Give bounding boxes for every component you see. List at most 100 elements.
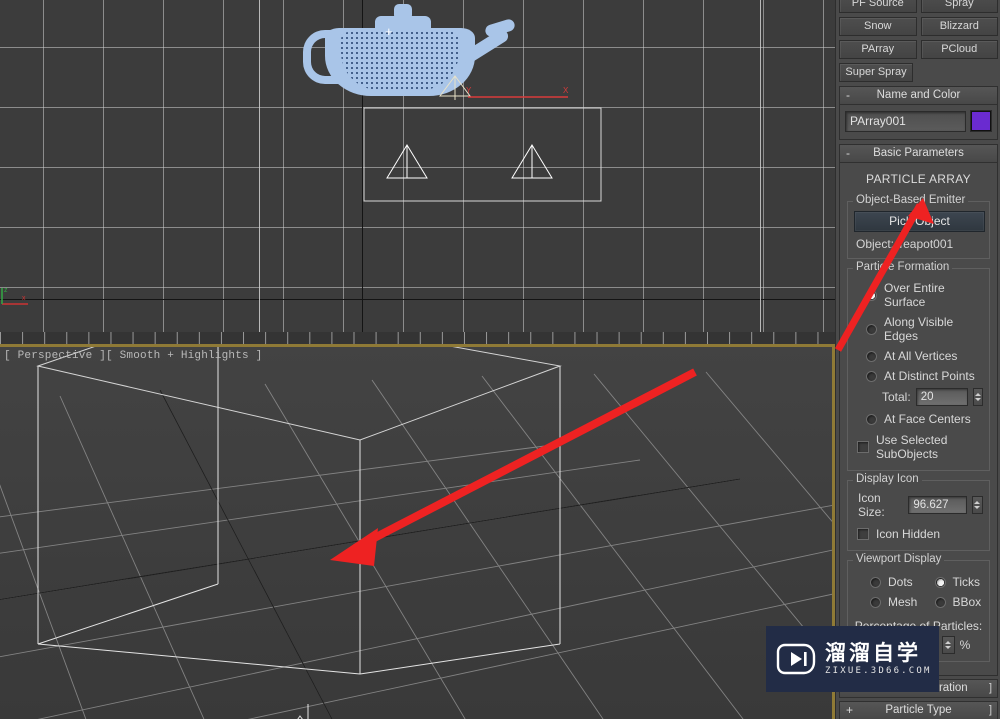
radio-dots[interactable]: Dots (854, 572, 919, 592)
name-color-row: PArray001 (845, 110, 992, 132)
group-particle-formation: Particle Formation Over Entire Surface A… (847, 261, 990, 471)
viewport-perspective[interactable]: y x [ Perspective ][ Smooth + Highlights… (0, 344, 835, 719)
object-type-row-0: PF Source Spray (839, 0, 998, 13)
picked-object-label: Object: Teapot001 (856, 237, 954, 251)
rollout-toggle-icon-basic[interactable]: - (846, 145, 850, 162)
button-parray[interactable]: PArray (839, 40, 917, 59)
radio-icon-bbox[interactable] (934, 596, 946, 608)
checkbox-label-icon-hidden: Icon Hidden (876, 527, 941, 541)
radio-mesh[interactable]: Mesh (854, 592, 919, 612)
command-panel: PF Source Spray Snow Blizzard PArray PCl… (835, 0, 1000, 719)
radio-label-at-all-vertices: At All Vertices (884, 349, 958, 363)
checkbox-use-selected-subobjects[interactable]: Use Selected SubObjects (854, 429, 983, 463)
rollout-body-basic-parameters: PARTICLE ARRAY Object-Based Emitter Pick… (840, 163, 997, 675)
object-type-row-2: PArray PCloud (839, 40, 998, 59)
rollout-particle-type[interactable]: + Particle Type ] (839, 701, 998, 719)
total-label: Total: (882, 390, 911, 404)
radio-icon-dots[interactable] (870, 576, 881, 588)
rollout-title-particle-type: Particle Type (885, 704, 952, 716)
rollout-body-name-and-color: PArray001 (840, 105, 997, 139)
radio-at-face-centers[interactable]: At Face Centers (854, 409, 983, 429)
radio-at-distinct-points[interactable]: At Distinct Points (854, 366, 983, 386)
particle-array-title: PARTICLE ARRAY (866, 172, 971, 186)
rollout-title-basic: Basic Parameters (873, 147, 964, 159)
perspective-background (0, 344, 835, 719)
button-blizzard[interactable]: Blizzard (920, 17, 998, 36)
object-name-input[interactable]: PArray001 (845, 110, 966, 132)
radio-icon-along-visible-edges[interactable] (866, 323, 877, 335)
radio-over-entire-surface[interactable]: Over Entire Surface (854, 278, 983, 312)
button-pf-source[interactable]: PF Source (839, 0, 917, 13)
object-type-buttons: PF Source Spray Snow Blizzard PArray PCl… (836, 0, 1000, 82)
radio-label-mesh: Mesh (888, 595, 918, 609)
radio-icon-ticks[interactable] (934, 576, 946, 588)
button-snow[interactable]: Snow (839, 17, 917, 36)
rollout-header-basic-parameters[interactable]: - Basic Parameters (840, 145, 997, 163)
radio-label-at-distinct-points: At Distinct Points (884, 369, 975, 383)
teapot-front-lid (375, 16, 431, 30)
teapot-front-wireframe[interactable]: + (303, 2, 508, 102)
group-label-emitter: Object-Based Emitter (853, 194, 969, 206)
rollout-header-name-and-color[interactable]: - Name and Color (840, 87, 997, 105)
total-input[interactable]: 20 (915, 388, 968, 406)
rollout-edge-particle-generation: ] (988, 682, 992, 694)
radio-icon-at-distinct-points[interactable] (866, 370, 877, 382)
total-spinner[interactable] (972, 388, 983, 406)
radio-along-visible-edges[interactable]: Along Visible Edges (854, 312, 983, 346)
icon-size-row: Icon Size: 96.627 (854, 490, 983, 523)
watermark-text-block: 溜溜自学 ZIXUE.3D66.COM (825, 640, 932, 676)
checkbox-icon-icon-hidden[interactable] (857, 528, 869, 540)
watermark-title-en: ZIXUE.3D66.COM (825, 665, 932, 676)
front-axis-vertical-3 (259, 0, 260, 344)
group-label-display-icon: Display Icon (853, 473, 922, 485)
radio-label-over-entire-surface: Over Entire Surface (884, 281, 945, 309)
radio-label-along-visible-edges: Along Visible Edges (884, 315, 954, 343)
viewport-label-perspective: [ Perspective ][ Smooth + Highlights ] (4, 350, 263, 362)
button-super-spray[interactable]: Super Spray (839, 63, 913, 82)
group-display-icon: Display Icon Icon Size: 96.627 Icon Hidd… (847, 473, 990, 551)
total-field-row: Total: 20 (854, 386, 983, 409)
radio-label-bbox: BBox (952, 595, 982, 609)
icon-size-spinner[interactable] (971, 496, 983, 514)
radio-label-at-face-centers: At Face Centers (884, 412, 971, 426)
percentage-spinner[interactable] (941, 636, 955, 654)
front-axis-vertical-2 (760, 0, 761, 344)
percentage-unit-label: % (959, 638, 971, 652)
active-viewport-border (0, 344, 835, 347)
viewport-display-options: Dots Ticks Mesh BBox (854, 570, 983, 614)
radio-bbox[interactable]: BBox (919, 592, 984, 612)
viewport-area: + Y X x z [Perspective][Smooth + High… (0, 0, 835, 719)
rollout-title: Name and Color (876, 89, 961, 101)
rollout-toggle-icon-particle-type[interactable]: + (846, 702, 853, 719)
button-pcloud[interactable]: PCloud (920, 40, 998, 59)
checkbox-label-use-selected-subobjects: Use Selected SubObjects (876, 433, 948, 461)
viewport-front[interactable]: + Y X x z (0, 0, 835, 344)
group-label-viewport-display: Viewport Display (853, 553, 945, 565)
checkbox-icon-hidden[interactable]: Icon Hidden (854, 523, 983, 543)
radio-label-ticks: Ticks (952, 575, 981, 589)
watermark-overlay: 溜溜自学 ZIXUE.3D66.COM (766, 626, 939, 692)
radio-icon-over-entire-surface[interactable] (866, 289, 877, 301)
teapot-front-spout (455, 16, 513, 60)
radio-icon-at-face-centers[interactable] (866, 413, 877, 425)
radio-icon-at-all-vertices[interactable] (866, 350, 877, 362)
radio-at-all-vertices[interactable]: At All Vertices (854, 346, 983, 366)
group-object-based-emitter: Object-Based Emitter Pick Object Object:… (847, 194, 990, 259)
button-spray[interactable]: Spray (920, 0, 998, 13)
icon-size-input[interactable]: 96.627 (908, 496, 967, 514)
watermark-title-cn: 溜溜自学 (825, 640, 921, 665)
object-type-row-1: Snow Blizzard (839, 17, 998, 36)
rollout-toggle-icon[interactable]: - (846, 87, 850, 104)
group-label-particle-formation: Particle Formation (853, 261, 953, 273)
object-color-swatch[interactable] (970, 110, 992, 132)
app-root: + Y X x z [Perspective][Smooth + High… (0, 0, 1000, 719)
pivot-plus-icon: + (385, 24, 393, 39)
pick-object-button[interactable]: Pick Object (854, 211, 985, 232)
checkbox-icon-use-selected-subobjects[interactable] (857, 441, 869, 453)
object-type-row-3: Super Spray (839, 63, 998, 82)
watermark-play-logo-icon (776, 639, 816, 679)
radio-label-dots: Dots (888, 575, 913, 589)
radio-ticks[interactable]: Ticks (919, 572, 984, 592)
radio-icon-mesh[interactable] (870, 596, 881, 608)
rollout-edge-particle-type: ] (988, 704, 992, 716)
